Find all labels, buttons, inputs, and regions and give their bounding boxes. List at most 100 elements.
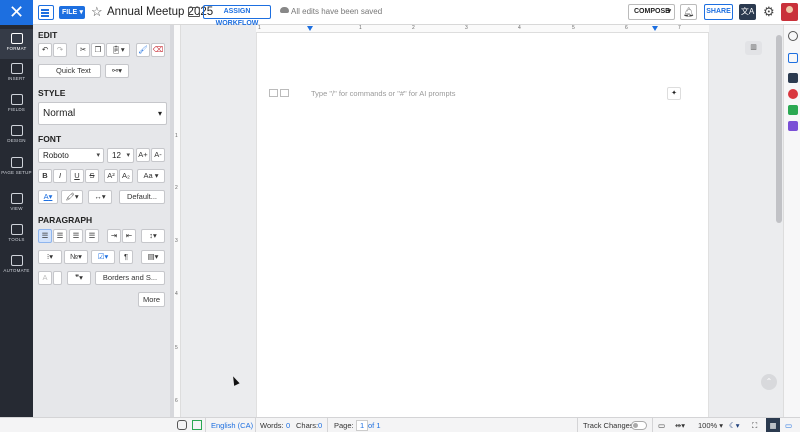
superscript-button[interactable]: A²: [104, 169, 118, 183]
cloud-icon: [280, 7, 289, 13]
layout-icon[interactable]: ▥: [745, 41, 762, 55]
copy-button[interactable]: ❐: [91, 43, 105, 57]
chars-label: Chars:: [296, 421, 319, 430]
subscript-button[interactable]: A₂: [119, 169, 133, 183]
comment-icon[interactable]: [177, 420, 187, 430]
align-right-button[interactable]: ☰: [69, 229, 83, 243]
checkbox-app-icon[interactable]: [788, 105, 798, 115]
folder-icon[interactable]: [188, 7, 200, 17]
indent-decrease-button[interactable]: ⇤: [122, 229, 136, 243]
line-spacing-button[interactable]: ↕▾: [141, 229, 165, 243]
font-size-value: 12: [112, 151, 121, 160]
blockquote-button[interactable]: ❞▾: [67, 271, 91, 285]
zoom-select[interactable]: 100% ▾: [698, 421, 723, 430]
info-icon[interactable]: [788, 31, 798, 41]
translate-icon[interactable]: 文A: [739, 4, 756, 20]
chat-icon[interactable]: [788, 53, 798, 63]
language-selector[interactable]: English (CA): [211, 421, 253, 430]
page-number-input[interactable]: 1: [356, 420, 369, 431]
style-select[interactable]: Normal ▾: [38, 102, 167, 125]
shrink-font-button[interactable]: A-: [151, 148, 165, 162]
character-spacing-button[interactable]: ↔▾: [88, 190, 112, 204]
pilcrow-button[interactable]: ¶: [119, 250, 133, 264]
more-button[interactable]: More: [138, 292, 165, 307]
file-menu-label: FILE: [62, 9, 78, 16]
focus-mode-icon[interactable]: ⛶: [752, 421, 757, 431]
rail-item-format[interactable]: FORMAT: [0, 29, 33, 59]
record-icon[interactable]: [788, 89, 798, 99]
rail-item-tools[interactable]: TOOLS: [0, 224, 33, 250]
close-icon[interactable]: ✕: [0, 0, 33, 25]
app-icon[interactable]: [788, 73, 798, 83]
undo-button[interactable]: ↶: [38, 43, 52, 57]
bell-icon[interactable]: 🔔︎: [680, 4, 697, 20]
redo-button[interactable]: ↷: [53, 43, 67, 57]
rail-item-view[interactable]: VIEW: [0, 193, 33, 219]
paragraph-section-title: PARAGRAPH: [38, 215, 93, 225]
default-font-button[interactable]: Default...: [119, 190, 165, 204]
quick-text-button[interactable]: Quick Text: [38, 64, 101, 78]
assign-workflow-button[interactable]: ASSIGN WORKFLOW: [203, 5, 271, 27]
canvas-scrollbar[interactable]: [776, 35, 782, 223]
rail-item-insert[interactable]: INSERT: [0, 63, 33, 89]
gear-icon[interactable]: ⚙: [763, 4, 775, 20]
drop-cap-dropdown[interactable]: [53, 271, 62, 285]
italic-button[interactable]: I: [53, 169, 67, 183]
borders-shading-button[interactable]: Borders and S...: [95, 271, 165, 285]
cut-button[interactable]: ✂: [76, 43, 90, 57]
chat-bubble-icon[interactable]: ▭: [785, 421, 792, 430]
puzzle-icon[interactable]: [788, 121, 798, 131]
paste-button[interactable]: 📋︎▾: [106, 43, 130, 57]
bullet-list-button[interactable]: ⁝▾: [38, 250, 62, 264]
drop-cap-button[interactable]: A: [38, 271, 52, 285]
editor-placeholder[interactable]: Type "/" for commands or "#" for AI prom…: [311, 89, 455, 98]
scroll-to-top-icon[interactable]: ⌃: [761, 374, 777, 390]
insert-icon: [10, 63, 23, 74]
file-menu-button[interactable]: FILE ▾: [59, 6, 85, 19]
checklist-button[interactable]: ☑▾: [91, 250, 115, 264]
magic-wand-icon[interactable]: ✦: [667, 87, 681, 100]
rail-item-design[interactable]: DESIGN: [0, 125, 33, 151]
star-icon[interactable]: ☆: [91, 4, 103, 20]
left-indent-marker[interactable]: [307, 26, 313, 31]
find-replace-button[interactable]: ⚯▾: [105, 64, 129, 78]
compose-button[interactable]: COMPOSE ▾: [628, 4, 675, 20]
dark-mode-icon[interactable]: ☾▾: [729, 421, 740, 430]
style-section-title: STYLE: [38, 88, 66, 98]
font-color-button[interactable]: A▾: [38, 190, 58, 204]
share-button[interactable]: SHARE: [704, 4, 733, 20]
page-view-icon[interactable]: ▭: [658, 421, 665, 430]
format-painter-button[interactable]: 🖌︎: [136, 43, 150, 57]
rail-item-fields[interactable]: FIELDS: [0, 94, 33, 120]
justify-button[interactable]: ☰: [85, 229, 99, 243]
right-indent-marker[interactable]: [652, 26, 658, 31]
font-family-value: Roboto: [43, 151, 69, 160]
align-left-button[interactable]: ☰: [38, 229, 52, 243]
strikethrough-button[interactable]: S: [85, 169, 99, 183]
eye-icon: [10, 193, 23, 204]
spellcheck-icon[interactable]: [192, 420, 202, 430]
font-size-select[interactable]: 12 ▾: [107, 148, 134, 163]
highlight-color-button[interactable]: 🖍︎▾: [61, 190, 83, 204]
align-center-button[interactable]: ☰: [53, 229, 67, 243]
compose-label: COMPOSE: [634, 8, 670, 15]
rail-item-page-setup[interactable]: PAGE SETUP: [0, 157, 33, 187]
bold-button[interactable]: B: [38, 169, 52, 183]
indent-increase-button[interactable]: ⇥: [107, 229, 121, 243]
fit-width-icon[interactable]: ⇹▾: [675, 421, 685, 430]
line-handle[interactable]: [269, 88, 291, 97]
font-section-title: FONT: [38, 134, 62, 144]
track-changes-toggle[interactable]: [631, 421, 647, 430]
font-family-select[interactable]: Roboto ▾: [38, 148, 104, 163]
words-count: 0: [286, 421, 291, 430]
numbered-list-button[interactable]: №▾: [64, 250, 88, 264]
change-case-button[interactable]: Aa ▾: [137, 169, 165, 183]
grow-font-button[interactable]: A+: [136, 148, 150, 162]
ruler-number: 7: [678, 25, 681, 31]
shading-button[interactable]: ▤▾: [141, 250, 165, 264]
clear-format-button[interactable]: ⌫: [151, 43, 165, 57]
underline-button[interactable]: U: [70, 169, 84, 183]
reading-view-icon[interactable]: ▦: [766, 418, 780, 432]
rail-item-automate[interactable]: AUTOMATE: [0, 255, 33, 281]
avatar[interactable]: [781, 3, 798, 21]
